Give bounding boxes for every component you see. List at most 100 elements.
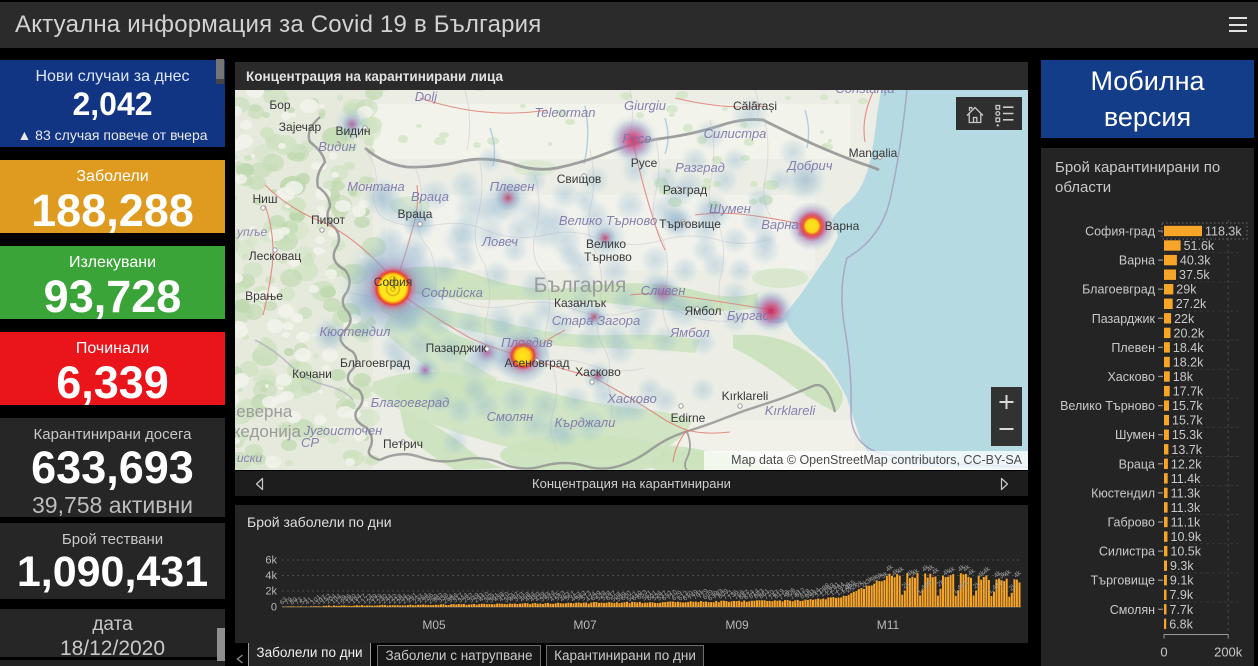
svg-text:Кърджали: Кърджали <box>555 415 616 430</box>
svg-text:0: 0 <box>1160 645 1167 660</box>
svg-text:15.3k: 15.3k <box>1172 428 1203 442</box>
svg-text:Разград: Разград <box>675 160 725 175</box>
svg-text:118.3k: 118.3k <box>1205 225 1242 239</box>
svg-text:Mangalia: Mangalia <box>849 146 898 160</box>
svg-text:Kırklareli: Kırklareli <box>722 389 769 403</box>
svg-text:18.4k: 18.4k <box>1173 341 1204 355</box>
svg-text:Враца: Враца <box>411 189 449 204</box>
svg-text:Свищов: Свищов <box>557 172 602 186</box>
svg-text:иски: иски <box>237 451 262 465</box>
svg-text:Русе: Русе <box>623 131 652 146</box>
svg-text:Северна: Северна <box>235 402 293 421</box>
svg-text:Хасково: Хасково <box>575 365 621 379</box>
svg-text:Хасково: Хасково <box>1107 370 1155 384</box>
svg-text:11.3k: 11.3k <box>1171 486 1201 500</box>
svg-text:Силистра: Силистра <box>704 126 767 141</box>
svg-text:Стара Загора: Стара Загора <box>552 313 641 328</box>
svg-text:Смолян: Смолян <box>1110 603 1155 617</box>
svg-text:Видин: Видин <box>318 139 355 154</box>
svg-text:Kırklareli: Kırklareli <box>765 403 817 418</box>
svg-text:Constanța: Constanța <box>835 90 894 96</box>
svg-text:Хасково: Хасково <box>606 391 657 406</box>
svg-text:Разград: Разград <box>663 183 707 197</box>
svg-text:4k: 4k <box>265 570 277 582</box>
svg-text:Ловеч: Ловеч <box>481 234 518 249</box>
svg-text:Добрич: Добрич <box>786 158 833 173</box>
svg-text:Бургас: Бургас <box>727 308 769 323</box>
svg-text:България: България <box>534 274 627 297</box>
svg-text:10.5k: 10.5k <box>1170 545 1201 559</box>
svg-text:Враца: Враца <box>1119 457 1155 471</box>
svg-text:9.1k: 9.1k <box>1170 574 1194 588</box>
svg-text:Велико Търново: Велико Търново <box>559 213 657 228</box>
svg-text:11.3k: 11.3k <box>1171 501 1201 515</box>
svg-text:Благоевград: Благоевград <box>340 356 410 370</box>
svg-text:Călărași: Călărași <box>733 99 777 113</box>
svg-text:Кюстендил: Кюстендил <box>320 324 392 339</box>
svg-text:упље: упље <box>236 225 268 239</box>
svg-text:M11: M11 <box>877 618 900 632</box>
svg-text:Пирот: Пирот <box>311 213 345 227</box>
svg-text:Асеновград: Асеновград <box>504 356 569 370</box>
svg-text:Варна: Варна <box>761 217 799 232</box>
svg-text:200k: 200k <box>1214 645 1243 660</box>
svg-text:Сливен: Сливен <box>641 283 686 298</box>
svg-text:4k: 4k <box>1013 569 1023 579</box>
svg-text:29k: 29k <box>1176 283 1197 297</box>
svg-text:18.2k: 18.2k <box>1173 356 1204 370</box>
svg-text:Ямбол: Ямбол <box>684 304 721 318</box>
svg-text:15.7k: 15.7k <box>1172 414 1203 428</box>
svg-text:Giurgiu: Giurgiu <box>624 98 666 113</box>
svg-text:Велико Търново: Велико Търново <box>1060 399 1155 413</box>
svg-text:Edirne: Edirne <box>671 411 706 425</box>
svg-text:Пловдив: Пловдив <box>501 335 553 350</box>
svg-text:София-град: София-град <box>1085 225 1156 239</box>
svg-text:Ниш: Ниш <box>253 192 278 206</box>
svg-text:6.8k: 6.8k <box>1169 617 1193 631</box>
svg-text:M09: M09 <box>725 618 749 632</box>
svg-text:51.6k: 51.6k <box>1184 239 1215 253</box>
svg-text:Враца: Враца <box>398 207 433 221</box>
svg-text:Кюстендил: Кюстендил <box>1091 486 1155 500</box>
svg-text:7.9k: 7.9k <box>1170 588 1194 602</box>
svg-text:Петрич: Петрич <box>383 437 423 451</box>
svg-text:Габрово: Габрово <box>1107 516 1155 530</box>
svg-text:20.2k: 20.2k <box>1174 326 1205 340</box>
svg-text:Софийска: Софийска <box>421 285 483 300</box>
svg-text:Плевен: Плевен <box>1111 341 1155 355</box>
svg-text:Силистра: Силистра <box>1099 545 1155 559</box>
svg-text:Благоевград: Благоевград <box>1082 283 1156 297</box>
svg-text:Благоевград: Благоевград <box>371 395 450 410</box>
svg-text:12.2k: 12.2k <box>1171 457 1202 471</box>
svg-text:7.7k: 7.7k <box>1170 603 1194 617</box>
svg-text:Варна: Варна <box>1119 254 1155 268</box>
svg-text:Пазарджик: Пазарджик <box>1092 312 1156 326</box>
svg-text:40.3k: 40.3k <box>1180 254 1211 268</box>
svg-text:2k: 2k <box>265 586 277 598</box>
svg-text:Македонија: Македонија <box>235 422 302 441</box>
svg-text:Teleorman: Teleorman <box>535 105 596 120</box>
svg-text:Шумен: Шумен <box>709 201 751 216</box>
svg-text:Ямбол: Ямбол <box>669 325 710 340</box>
svg-text:Врање: Врање <box>245 289 283 303</box>
svg-text:Казанлък: Казанлък <box>554 296 607 310</box>
svg-text:Бор: Бор <box>269 98 291 112</box>
svg-text:Кочани: Кочани <box>292 367 332 381</box>
svg-text:Лесковац: Лесковац <box>249 249 302 263</box>
svg-text:Търговище: Търговище <box>1091 574 1155 588</box>
svg-text:M07: M07 <box>573 618 597 632</box>
svg-text:Плевен: Плевен <box>490 179 535 194</box>
svg-text:18k: 18k <box>1173 370 1194 384</box>
svg-text:10.9k: 10.9k <box>1171 530 1202 544</box>
svg-text:Пазарджик: Пазарджик <box>426 341 487 355</box>
svg-text:СР: СР <box>301 435 319 450</box>
svg-text:22k: 22k <box>1174 312 1195 326</box>
svg-text:Велико: Велико <box>586 237 626 251</box>
svg-text:София: София <box>374 275 412 289</box>
svg-text:37.5k: 37.5k <box>1179 268 1210 282</box>
svg-text:Шумен: Шумен <box>1115 428 1155 442</box>
svg-text:11.1k: 11.1k <box>1171 516 1201 530</box>
svg-text:15.7k: 15.7k <box>1172 399 1203 413</box>
svg-text:0: 0 <box>271 602 277 614</box>
svg-text:27.2k: 27.2k <box>1176 297 1207 311</box>
